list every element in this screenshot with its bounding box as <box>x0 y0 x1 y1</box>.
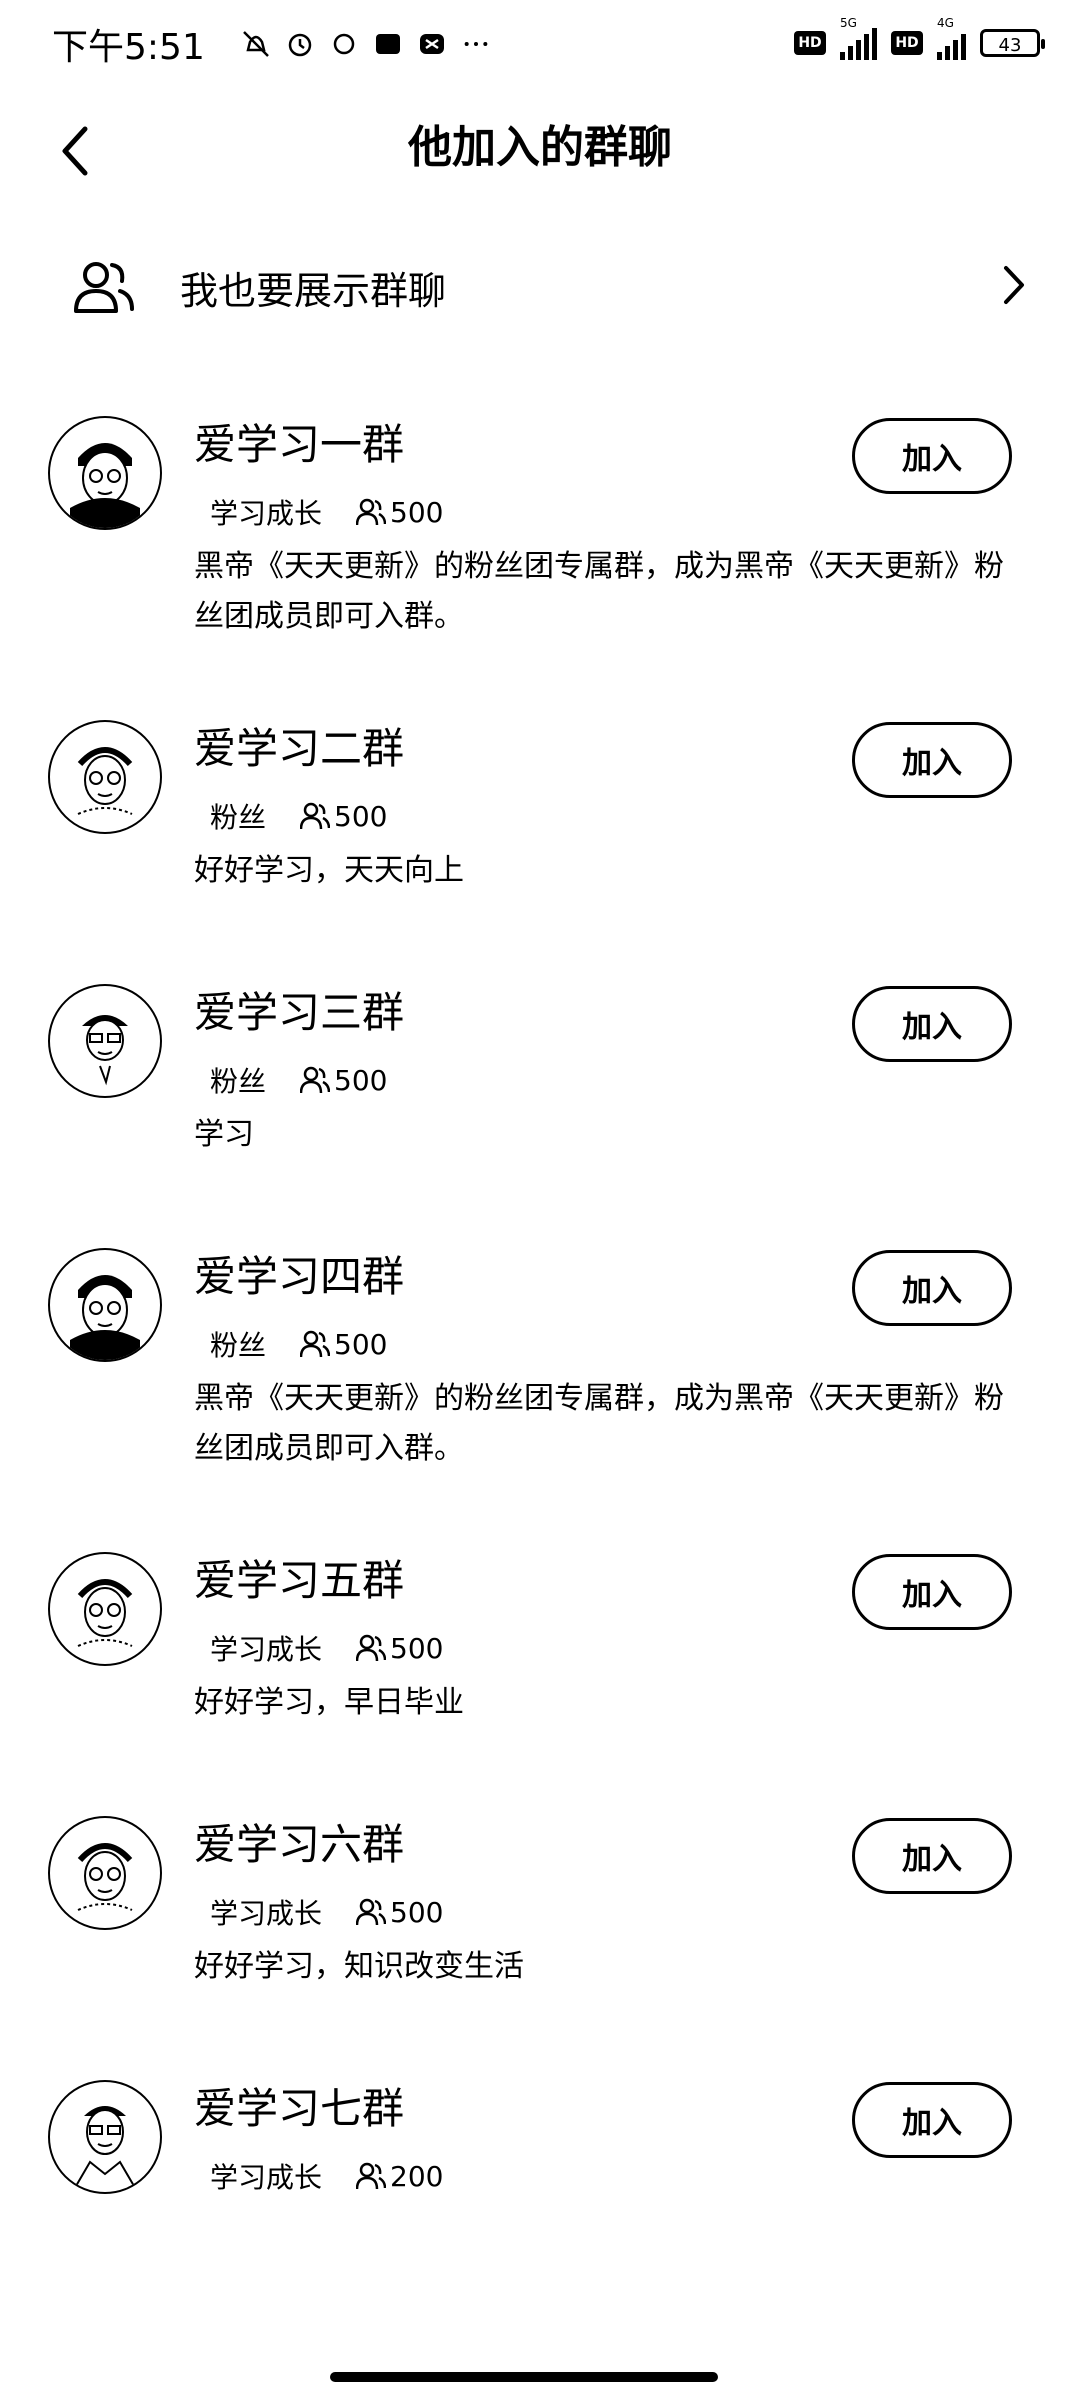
show-group-label: 我也要展示群聊 <box>180 268 447 313</box>
member-count: 500 <box>356 496 443 529</box>
member-count: 200 <box>356 2160 443 2193</box>
join-button[interactable]: 加入 <box>852 1818 1012 1894</box>
group-list-item[interactable]: 爱学习一群 学习成长 500 黑帝《天天更新》的粉丝团专属群，成为黑帝《天天更新… <box>0 404 1080 684</box>
hd-badge-2: HD <box>891 31 923 55</box>
status-time: 下午5:51 <box>52 27 205 68</box>
member-count: 500 <box>300 1064 387 1097</box>
chevron-right-icon <box>1004 266 1024 304</box>
status-notification-icons <box>240 28 492 60</box>
group-name: 爱学习七群 <box>194 2084 405 2133</box>
join-button[interactable]: 加入 <box>852 1250 1012 1326</box>
group-meta: 粉丝 500 <box>210 1324 387 1364</box>
header: 他加入的群聊 <box>0 96 1080 206</box>
more-dots-icon <box>464 42 488 46</box>
signal-4g-icon: 4G <box>937 16 966 60</box>
hd-badge: HD <box>794 31 826 55</box>
app-notification-icon <box>333 33 355 55</box>
group-list-item[interactable]: 爱学习四群 粉丝 500 黑帝《天天更新》的粉丝团专属群，成为黑帝《天天更新》粉… <box>0 1236 1080 1516</box>
member-count: 500 <box>300 800 387 833</box>
group-name: 爱学习三群 <box>194 988 405 1037</box>
app-notification-icon-3 <box>420 34 444 54</box>
member-count: 500 <box>300 1328 387 1361</box>
join-button[interactable]: 加入 <box>852 1554 1012 1630</box>
group-meta: 学习成长 500 <box>210 1892 443 1932</box>
page-title: 他加入的群聊 <box>408 122 672 173</box>
group-meta: 学习成长 200 <box>210 2156 443 2196</box>
group-tag: 粉丝 <box>210 1329 267 1362</box>
group-avatar <box>48 1816 162 1930</box>
show-group-row[interactable]: 我也要展示群聊 <box>0 232 1080 342</box>
group-tag: 学习成长 <box>210 497 323 530</box>
group-description: 好好学习，早日毕业 <box>194 1685 464 1720</box>
people-icon <box>356 1898 387 1926</box>
join-button[interactable]: 加入 <box>852 722 1012 798</box>
people-icon <box>300 1066 331 1094</box>
signal-5g-icon: 5G <box>840 16 877 60</box>
group-description: 学习 <box>194 1117 254 1152</box>
people-icon <box>300 802 331 830</box>
group-name: 爱学习六群 <box>194 1820 405 1869</box>
group-list-item[interactable]: 爱学习二群 粉丝 500 好好学习，天天向上 加入 <box>0 708 1080 948</box>
group-meta: 粉丝 500 <box>210 796 387 836</box>
people-icon <box>300 1330 331 1358</box>
group-description: 黑帝《天天更新》的粉丝团专属群，成为黑帝《天天更新》粉丝团成员即可入群。 <box>194 1381 1004 1466</box>
group-description: 好好学习，知识改变生活 <box>194 1949 524 1984</box>
group-tag: 学习成长 <box>210 1633 323 1666</box>
member-count: 500 <box>356 1896 443 1929</box>
group-name: 爱学习一群 <box>194 420 405 469</box>
group-tag: 学习成长 <box>210 1897 323 1930</box>
app-notification-icon-2 <box>376 34 400 54</box>
group-tag: 学习成长 <box>210 2161 323 2194</box>
people-icon <box>356 2162 387 2190</box>
alarm-icon <box>288 33 312 57</box>
group-tag: 粉丝 <box>210 801 267 834</box>
group-meta: 粉丝 500 <box>210 1060 387 1100</box>
status-right-icons: HD 5G HD 4G 43 <box>794 16 1045 60</box>
people-icon <box>356 498 387 526</box>
status-bar: 下午5:51 HD 5G HD 4G 43 <box>0 0 1080 96</box>
group-name: 爱学习四群 <box>194 1252 405 1301</box>
group-avatar <box>48 984 162 1098</box>
battery-icon: 43 <box>980 29 1045 57</box>
join-button[interactable]: 加入 <box>852 986 1012 1062</box>
group-description: 好好学习，天天向上 <box>194 853 464 888</box>
group-avatar <box>48 720 162 834</box>
home-indicator[interactable] <box>330 2372 718 2382</box>
group-meta: 学习成长 500 <box>210 1628 443 1668</box>
member-count: 500 <box>356 1632 443 1665</box>
group-meta: 学习成长 500 <box>210 492 443 532</box>
join-button[interactable]: 加入 <box>852 418 1012 494</box>
group-list-item[interactable]: 爱学习六群 学习成长 500 好好学习，知识改变生活 加入 <box>0 1804 1080 2044</box>
group-list-item[interactable]: 爱学习五群 学习成长 500 好好学习，早日毕业 加入 <box>0 1540 1080 1780</box>
group-description: 黑帝《天天更新》的粉丝团专属群，成为黑帝《天天更新》粉丝团成员即可入群。 <box>194 549 1004 634</box>
people-icon <box>356 1634 387 1662</box>
group-list-item[interactable]: 爱学习三群 粉丝 500 学习 加入 <box>0 972 1080 1212</box>
mute-bell-icon <box>243 31 269 57</box>
group-list-item[interactable]: 爱学习七群 学习成长 200 加入 <box>0 2068 1080 2268</box>
group-avatar <box>48 1248 162 1362</box>
group-avatar <box>48 1552 162 1666</box>
group-avatar <box>48 416 162 530</box>
group-name: 爱学习五群 <box>194 1556 405 1605</box>
people-icon <box>74 262 134 313</box>
group-avatar <box>48 2080 162 2194</box>
join-button[interactable]: 加入 <box>852 2082 1012 2158</box>
group-name: 爱学习二群 <box>194 724 405 773</box>
group-tag: 粉丝 <box>210 1065 267 1098</box>
